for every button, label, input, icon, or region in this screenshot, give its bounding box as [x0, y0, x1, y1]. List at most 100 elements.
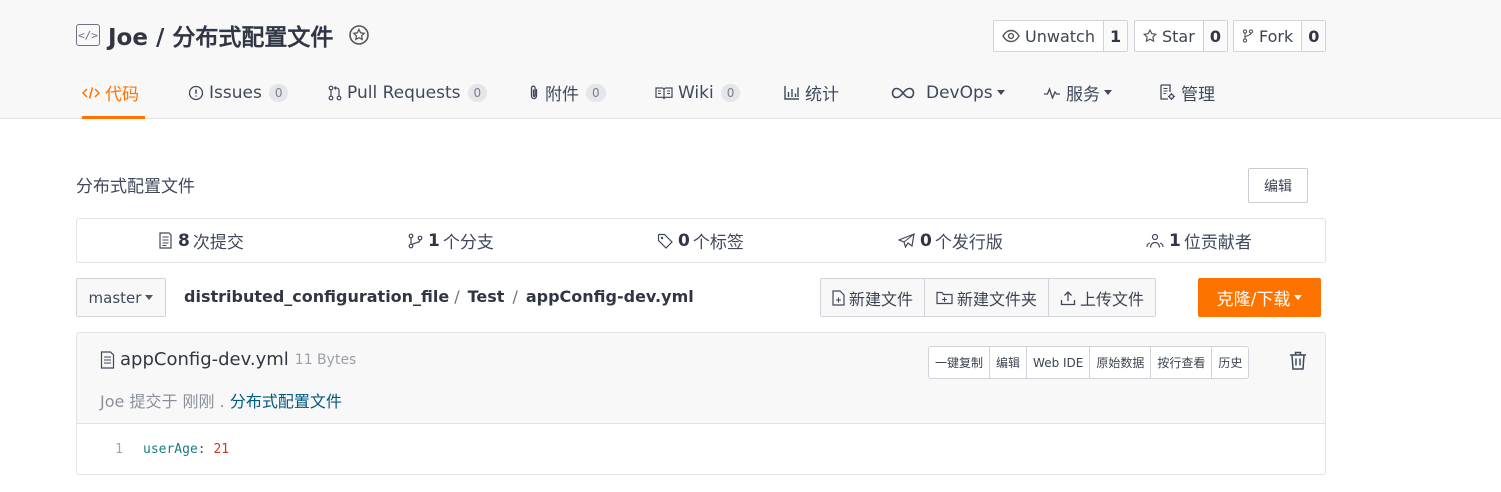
repo-name[interactable]: Joe / 分布式配置文件 [108, 18, 333, 52]
chevron-down-icon [1294, 295, 1303, 300]
stat-label: 个分支 [442, 233, 494, 253]
copy-all-button[interactable]: 一键复制 [929, 347, 989, 378]
file-tools-group: 一键复制 编辑 Web IDE 原始数据 按行查看 历史 [928, 346, 1250, 379]
tab-count: 0 [720, 83, 741, 102]
tab-count: 0 [586, 83, 606, 102]
new-file-icon [832, 289, 845, 306]
tab-pull-requests[interactable]: Pull Requests 0 [328, 66, 488, 119]
tab-services[interactable]: 服务 [1043, 66, 1112, 119]
repo-header: </> Joe / 分布式配置文件 Unwatch 1 Star 0 Fork … [0, 0, 1501, 119]
stat-label: 个标签 [692, 233, 744, 253]
stat-label: 个发行版 [934, 233, 1003, 253]
breadcrumb-separator: / [512, 287, 518, 306]
new-folder-icon [936, 291, 953, 304]
tab-manage[interactable]: 管理 [1159, 66, 1215, 119]
stat-count: 1 [428, 230, 440, 251]
web-ide-button[interactable]: Web IDE [1026, 347, 1089, 378]
clone-download-button[interactable]: 克隆/下载 [1198, 278, 1321, 317]
tab-wiki[interactable]: Wiki 0 [655, 66, 741, 119]
watch-button[interactable]: Unwatch [994, 21, 1103, 51]
breadcrumb-separator: / [454, 287, 460, 306]
tab-label: 代码 [105, 85, 139, 105]
breadcrumb: distributed_configuration_file / Test / … [184, 287, 694, 306]
clone-label: 克隆/下载 [1216, 290, 1291, 310]
tag-icon [657, 233, 673, 249]
raw-data-button[interactable]: 原始数据 [1089, 347, 1150, 378]
stat-count: 0 [678, 230, 690, 251]
branch-name: master [88, 288, 142, 307]
commit-time: 提交于 刚刚 . [129, 392, 225, 411]
stat-tags[interactable]: 0 个标签 [657, 219, 744, 262]
book-icon [655, 86, 673, 99]
branch-selector[interactable]: master [76, 278, 166, 317]
bar-chart-icon [784, 86, 799, 100]
trash-icon [1290, 351, 1306, 370]
chevron-down-icon [996, 90, 1005, 95]
file-viewer: appConfig-dev.yml 11 Bytes Joe 提交于 刚刚 . … [76, 332, 1326, 475]
yaml-key: userAge [143, 442, 198, 457]
tab-issues[interactable]: Issues 0 [188, 66, 289, 119]
tab-attachments[interactable]: 附件 0 [528, 66, 606, 119]
new-folder-button[interactable]: 新建文件夹 [924, 279, 1048, 316]
badge-icon[interactable] [346, 22, 372, 48]
upload-file-button[interactable]: 上传文件 [1048, 279, 1155, 316]
tab-statistics[interactable]: 统计 [784, 66, 839, 119]
fork-count[interactable]: 0 [1301, 21, 1326, 51]
star-button[interactable]: Star [1135, 21, 1203, 51]
stat-branches[interactable]: 1 个分支 [408, 219, 494, 262]
tab-count: 0 [268, 83, 289, 102]
eye-icon [1002, 29, 1020, 43]
tab-label: 服务 [1066, 85, 1100, 105]
delete-file-button[interactable] [1286, 347, 1310, 373]
tab-code[interactable]: 代码 [82, 66, 145, 119]
tab-count: 0 [467, 83, 488, 102]
commit-author[interactable]: Joe [100, 392, 124, 411]
chevron-down-icon [1104, 90, 1112, 95]
code-block: 1 userAge: 21 [77, 425, 1325, 474]
tab-devops[interactable]: DevOps [891, 66, 1005, 119]
file-header: appConfig-dev.yml 11 Bytes Joe 提交于 刚刚 . … [77, 333, 1325, 424]
stat-count: 1 [1169, 230, 1181, 251]
pulse-icon [1044, 86, 1060, 99]
code-icon [82, 86, 100, 99]
file-actions-group: 新建文件 新建文件夹 上传文件 [820, 278, 1157, 317]
history-button[interactable]: 历史 [1211, 347, 1248, 378]
new-file-button[interactable]: 新建文件 [821, 279, 924, 316]
commit-message-link[interactable]: 分布式配置文件 [230, 392, 342, 411]
file-icon [100, 350, 115, 369]
fork-label: Fork [1259, 26, 1294, 46]
pull-request-icon [328, 85, 342, 100]
fork-icon [1242, 29, 1254, 43]
file-size: 11 Bytes [294, 351, 357, 368]
stat-releases[interactable]: 0 个发行版 [898, 219, 1003, 262]
star-count[interactable]: 0 [1202, 21, 1227, 51]
breadcrumb-folder[interactable]: Test [468, 287, 505, 306]
tab-label: Issues [209, 82, 262, 103]
stat-contributors[interactable]: 1 位贡献者 [1146, 219, 1252, 262]
code-line: userAge: 21 [143, 442, 229, 457]
stat-label: 次提交 [192, 233, 244, 253]
file-name: appConfig-dev.yml [120, 349, 289, 370]
code-repo-icon: </> [76, 24, 100, 46]
stat-commits[interactable]: 8 次提交 [158, 219, 244, 262]
fork-button[interactable]: Fork [1234, 21, 1301, 51]
edit-description-button[interactable]: 编辑 [1248, 168, 1308, 203]
breadcrumb-file: appConfig-dev.yml [525, 287, 694, 306]
new-folder-label: 新建文件夹 [957, 289, 1038, 309]
repo-stats-bar: 8 次提交 1 个分支 0 个标签 0 个发行版 1 位贡献者 [76, 218, 1326, 263]
last-commit-info: Joe 提交于 刚刚 . 分布式配置文件 [100, 388, 342, 412]
issue-icon [188, 85, 204, 100]
watch-label: Unwatch [1025, 26, 1095, 46]
contributors-icon [1146, 233, 1164, 248]
yaml-value: 21 [213, 442, 230, 457]
line-number[interactable]: 1 [77, 442, 123, 457]
upload-file-label: 上传文件 [1080, 289, 1145, 309]
watch-count[interactable]: 1 [1102, 21, 1128, 51]
edit-file-button[interactable]: 编辑 [989, 347, 1026, 378]
tab-label: Wiki [678, 82, 714, 103]
tab-label: 管理 [1181, 85, 1215, 105]
commits-icon [159, 232, 172, 249]
blame-button[interactable]: 按行查看 [1150, 347, 1211, 378]
breadcrumb-repo-root[interactable]: distributed_configuration_file [184, 287, 449, 306]
tab-label: DevOps [926, 82, 993, 103]
